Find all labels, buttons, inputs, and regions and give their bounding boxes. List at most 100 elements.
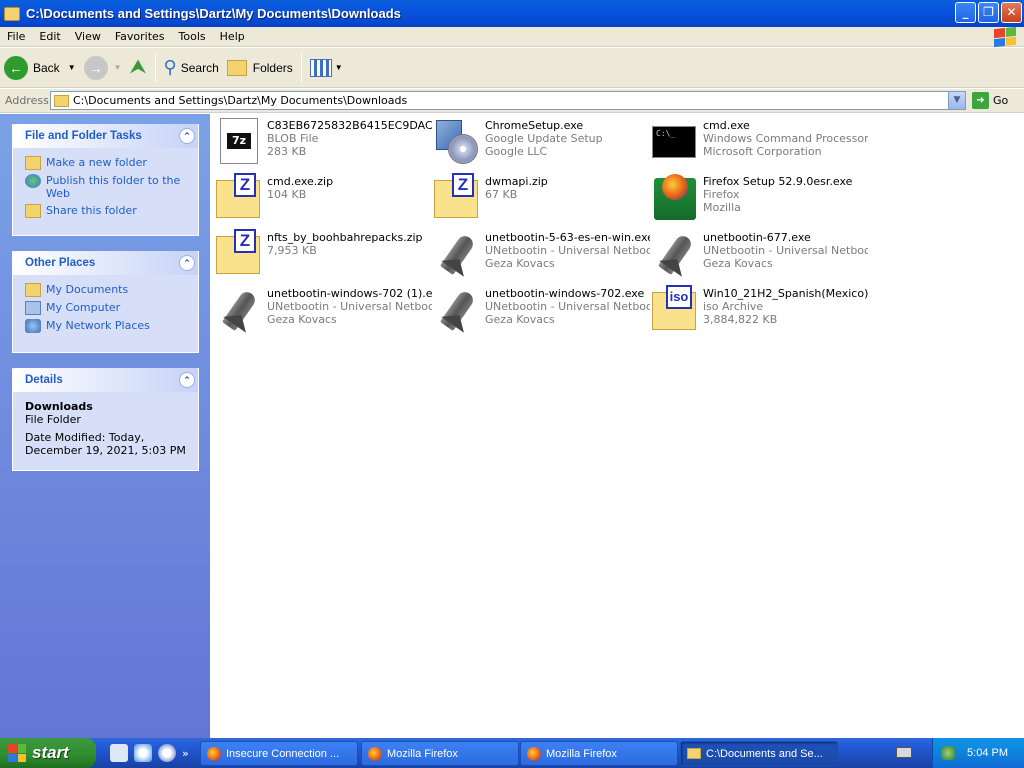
file-detail: Microsoft Corporation xyxy=(703,145,822,158)
my-documents-link[interactable]: My Documents xyxy=(13,281,198,299)
file-item[interactable]: C:\_ cmd.exe Windows Command Processor Mic… xyxy=(650,116,868,168)
taskbar-item-explorer[interactable]: C:\Documents and Se... xyxy=(680,741,838,766)
show-desktop-icon[interactable] xyxy=(110,744,128,762)
panel-title: File and Folder Tasks xyxy=(25,130,142,142)
file-item[interactable]: iso Win10_21H2_Spanish(Mexico)... iso Arc… xyxy=(650,284,868,336)
task-label: Publish this folder to the Web xyxy=(46,174,181,200)
task-label: Share this folder xyxy=(46,204,137,217)
file-detail: Geza Kovacs xyxy=(485,313,555,326)
file-item[interactable]: Z dwmapi.zip 67 KB xyxy=(432,172,650,224)
file-item[interactable]: unetbootin-5-63-es-en-win.exe UNetbootin … xyxy=(432,228,650,280)
taskbar-item-label: Insecure Connection ... xyxy=(226,747,340,760)
make-new-folder-link[interactable]: Make a new folder xyxy=(13,154,198,172)
new-folder-icon xyxy=(25,156,41,170)
taskbar-item-label: C:\Documents and Se... xyxy=(706,747,823,760)
go-button[interactable]: ➜ Go xyxy=(972,92,1008,109)
details-panel: Details ⌃ Downloads File Folder Date Mod… xyxy=(12,368,199,471)
collapse-chevron-icon[interactable]: ⌃ xyxy=(179,372,195,388)
folder-icon xyxy=(687,748,701,759)
collapse-chevron-icon[interactable]: ⌃ xyxy=(179,128,195,144)
taskbar-item-firefox-insecure[interactable]: Insecure Connection ... xyxy=(200,741,358,766)
taskbar-item-label: Mozilla Firefox xyxy=(387,747,458,760)
toolbar: ← Back ▼ → ▼ ⮝ ⚲ Search Folders ▼ xyxy=(0,48,1024,88)
file-name: dwmapi.zip xyxy=(485,175,548,188)
keyboard-icon[interactable] xyxy=(896,747,912,758)
7z-icon: 7z xyxy=(214,116,262,164)
start-label: start xyxy=(32,743,69,762)
menu-tools[interactable]: Tools xyxy=(172,30,213,43)
file-name: unetbootin-windows-702.exe xyxy=(485,287,645,300)
taskbar-item-firefox-1[interactable]: Mozilla Firefox xyxy=(361,741,519,766)
menu-view[interactable]: View xyxy=(68,30,108,43)
toolbar-separator xyxy=(154,53,156,82)
forward-button[interactable]: → ▼ xyxy=(80,52,126,84)
file-detail: UNetbootin - Universal Netboo... xyxy=(485,300,650,313)
taskbar-item-firefox-2[interactable]: Mozilla Firefox xyxy=(520,741,678,766)
file-name: cmd.exe.zip xyxy=(267,175,334,188)
file-name: unetbootin-windows-702 (1).exe xyxy=(267,287,432,300)
internet-explorer-icon[interactable] xyxy=(134,744,152,762)
go-label: Go xyxy=(993,94,1009,107)
menu-favorites[interactable]: Favorites xyxy=(108,30,172,43)
windows-flag-icon xyxy=(8,744,26,762)
panel-header[interactable]: Other Places ⌃ xyxy=(13,251,198,275)
media-player-icon[interactable] xyxy=(158,744,176,762)
title-bar[interactable]: C:\Documents and Settings\Dartz\My Docum… xyxy=(0,0,1024,27)
views-icon xyxy=(309,58,332,77)
firefox-icon xyxy=(650,172,698,220)
file-detail: iso Archive xyxy=(703,300,764,313)
forward-dropdown-icon[interactable]: ▼ xyxy=(114,63,122,72)
address-bar: Address C:\Documents and Settings\Dartz\… xyxy=(0,89,1024,113)
back-button[interactable]: ← Back ▼ xyxy=(0,52,80,84)
zip-icon: Z xyxy=(214,172,262,220)
menu-help[interactable]: Help xyxy=(213,30,252,43)
network-tray-icon[interactable] xyxy=(941,746,956,760)
file-name: unetbootin-677.exe xyxy=(703,231,811,244)
rocket-icon xyxy=(432,284,480,332)
file-item[interactable]: 7z C83EB6725832B6415EC9DAC... BLOB File 28… xyxy=(214,116,432,168)
folders-icon xyxy=(226,59,247,76)
file-item[interactable]: unetbootin-677.exe UNetbootin - Universal… xyxy=(650,228,868,280)
search-button[interactable]: ⚲ Search xyxy=(160,52,223,84)
menu-edit[interactable]: Edit xyxy=(32,30,67,43)
address-label: Address xyxy=(5,94,49,107)
file-detail: Mozilla xyxy=(703,201,741,214)
menu-file[interactable]: File xyxy=(0,30,32,43)
my-computer-link[interactable]: My Computer xyxy=(13,299,198,317)
my-network-places-link[interactable]: My Network Places xyxy=(13,317,198,335)
windows-logo-icon xyxy=(994,26,1016,48)
file-detail: 283 KB xyxy=(267,145,307,158)
file-item[interactable]: Firefox Setup 52.9.0esr.exe Firefox Mozill… xyxy=(650,172,868,224)
collapse-chevron-icon[interactable]: ⌃ xyxy=(179,255,195,271)
publish-folder-link[interactable]: Publish this folder to the Web xyxy=(13,172,198,202)
panel-header[interactable]: Details ⌃ xyxy=(13,368,198,392)
file-item[interactable]: Z nfts_by_boohbahrepacks.zip 7,953 KB xyxy=(214,228,432,280)
file-detail: Geza Kovacs xyxy=(485,257,555,270)
back-dropdown-icon[interactable]: ▼ xyxy=(68,63,76,72)
views-button[interactable]: ▼ xyxy=(306,52,347,84)
file-item[interactable]: unetbootin-windows-702.exe UNetbootin - U… xyxy=(432,284,650,336)
up-folder-button[interactable]: ⮝ xyxy=(126,52,151,84)
share-folder-link[interactable]: Share this folder xyxy=(13,202,198,220)
minimize-button[interactable]: _ xyxy=(955,2,976,23)
panel-header[interactable]: File and Folder Tasks ⌃ xyxy=(13,124,198,148)
folders-label: Folders xyxy=(252,60,293,75)
file-name: C83EB6725832B6415EC9DAC... xyxy=(267,119,432,132)
address-field[interactable]: C:\Documents and Settings\Dartz\My Docum… xyxy=(50,91,966,110)
start-button[interactable]: start xyxy=(0,738,96,768)
task-pane: File and Folder Tasks ⌃ Make a new folde… xyxy=(0,114,210,738)
file-detail: 104 KB xyxy=(267,188,307,201)
rocket-icon xyxy=(214,284,262,332)
folders-button[interactable]: Folders xyxy=(223,52,297,84)
address-dropdown-icon[interactable]: ▼ xyxy=(948,92,965,109)
place-label: My Network Places xyxy=(46,319,150,332)
file-item[interactable]: unetbootin-windows-702 (1).exe UNetbootin… xyxy=(214,284,432,336)
close-button[interactable]: ✕ xyxy=(1001,2,1022,23)
setup-icon xyxy=(432,116,480,164)
place-label: My Computer xyxy=(46,301,121,314)
quicklaunch-expand-icon[interactable]: » xyxy=(182,747,189,760)
file-item[interactable]: ChromeSetup.exe Google Update Setup Google… xyxy=(432,116,650,168)
file-item[interactable]: Z cmd.exe.zip 104 KB xyxy=(214,172,432,224)
maximize-button[interactable]: ❐ xyxy=(978,2,999,23)
file-name: ChromeSetup.exe xyxy=(485,119,584,132)
